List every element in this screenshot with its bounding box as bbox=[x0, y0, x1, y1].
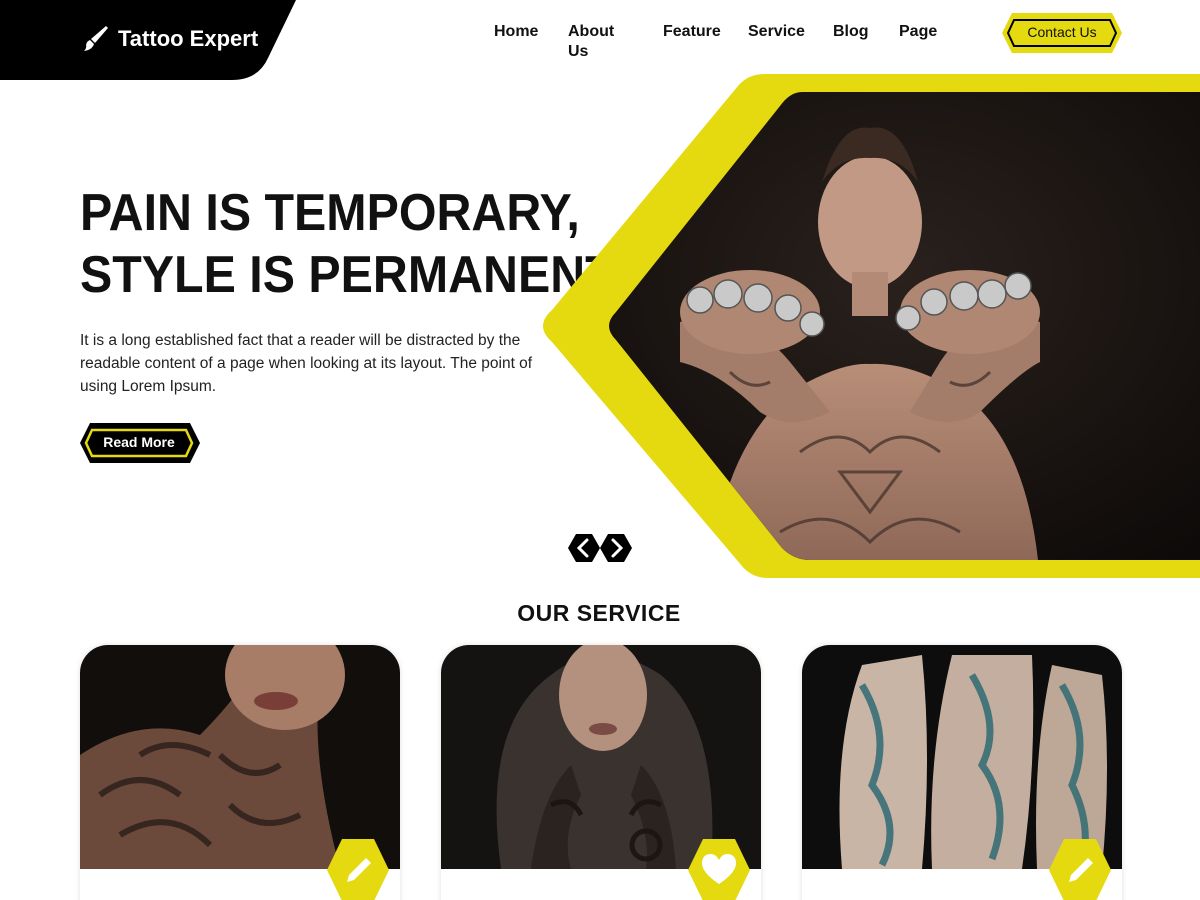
brand-name: Tattoo Expert bbox=[118, 26, 259, 51]
nav-blog[interactable]: Blog bbox=[833, 22, 869, 42]
contact-us-button[interactable]: Contact Us bbox=[1002, 13, 1122, 53]
read-more-button[interactable]: Read More bbox=[80, 423, 200, 463]
hero-image-frame bbox=[543, 74, 1200, 578]
pencil-icon[interactable] bbox=[326, 838, 390, 900]
read-more-label: Read More bbox=[103, 434, 175, 450]
our-service-heading: OUR SERVICE bbox=[0, 600, 1200, 628]
hero-title-line-1: PAIN IS TEMPORARY, bbox=[80, 184, 580, 242]
nav-service[interactable]: Service bbox=[748, 22, 805, 42]
nav-feature[interactable]: Feature bbox=[663, 22, 721, 42]
section-title-text: OUR SERVICE bbox=[517, 600, 706, 628]
hero-title-line-2: STYLE IS PERMANENT bbox=[80, 246, 615, 304]
nav-about-us[interactable]: About Us bbox=[568, 22, 614, 62]
hero-photo bbox=[609, 92, 1200, 560]
nav-page[interactable]: Page bbox=[899, 22, 937, 42]
chevron-left-icon[interactable] bbox=[568, 532, 600, 564]
hero-slider-controls bbox=[568, 532, 634, 564]
contact-us-label: Contact Us bbox=[1027, 24, 1097, 40]
brand-logo[interactable]: Tattoo Expert bbox=[80, 24, 258, 54]
service-card-3-image bbox=[802, 645, 1122, 869]
hero-title: PAIN IS TEMPORARY, STYLE IS PERMANENT bbox=[80, 182, 615, 306]
nav-home[interactable]: Home bbox=[494, 22, 538, 42]
hexagon-accent-icon bbox=[677, 602, 706, 628]
section-title-label: OUR SERVICE bbox=[517, 600, 681, 626]
pencil-icon[interactable] bbox=[1048, 838, 1112, 900]
heart-icon[interactable] bbox=[687, 838, 751, 900]
service-card-2[interactable] bbox=[441, 645, 761, 900]
service-card-2-image bbox=[441, 645, 761, 869]
service-card-3[interactable] bbox=[802, 645, 1122, 900]
service-card-1[interactable] bbox=[80, 645, 400, 900]
brush-icon bbox=[84, 26, 108, 51]
header-logo-block: Tattoo Expert bbox=[0, 0, 296, 81]
hero-description: It is a long established fact that a rea… bbox=[80, 332, 533, 395]
chevron-right-icon[interactable] bbox=[600, 532, 632, 564]
service-card-1-image bbox=[80, 645, 400, 869]
